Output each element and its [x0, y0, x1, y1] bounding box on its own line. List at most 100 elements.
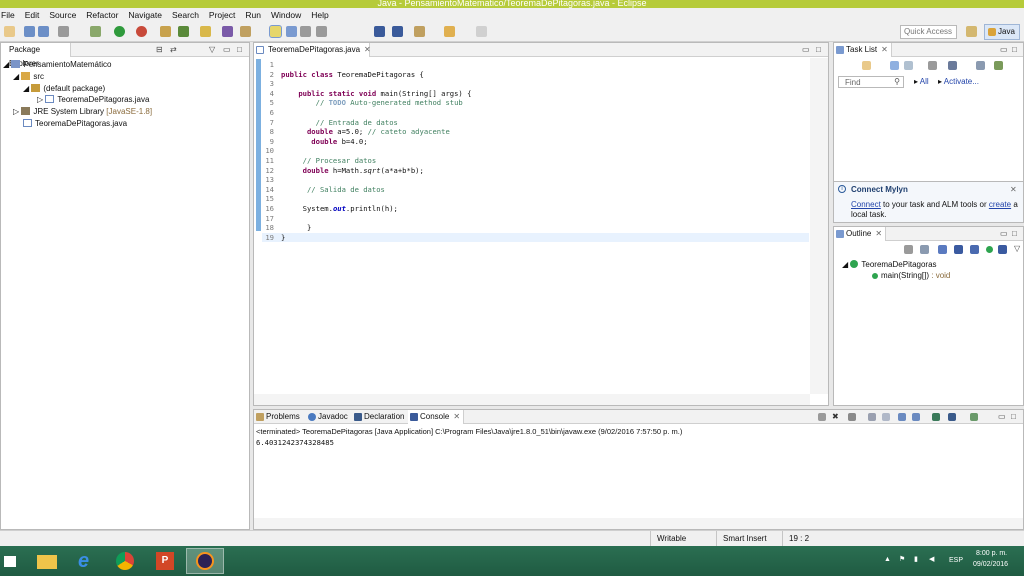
tree-item-java-file[interactable]: ▷ TeoremaDePitagoras.java	[37, 94, 149, 105]
code-area[interactable]: 1 2 public class TeoremaDePitagoras {3 4 pu…	[254, 60, 809, 390]
maximize-icon[interactable]: □	[1011, 412, 1016, 421]
task-all-link[interactable]: ▸ All	[914, 77, 929, 86]
code-text[interactable]: // Procesar datos	[281, 156, 377, 166]
menu-project[interactable]: Project	[204, 10, 240, 20]
taskbar-ie[interactable]: e	[68, 548, 106, 574]
code-text[interactable]: // TODO Auto-generated method stub	[281, 98, 463, 108]
code-text[interactable]: }	[281, 233, 285, 243]
console-scrollbar[interactable]	[254, 518, 1023, 529]
tab-task-list[interactable]: Task List ✕	[834, 43, 892, 57]
vertical-scrollbar[interactable]	[810, 58, 828, 394]
save-icon[interactable]	[24, 26, 35, 37]
menu-navigate[interactable]: Navigate	[123, 10, 167, 20]
hide-fields-icon[interactable]	[938, 245, 947, 254]
outline-method-item[interactable]: main(String[]) : void	[872, 270, 950, 281]
debug-icon[interactable]	[90, 26, 101, 37]
language-indicator[interactable]: ESP	[949, 557, 963, 564]
network-icon[interactable]: ▮	[914, 555, 918, 563]
minimize-icon[interactable]: ▭	[223, 45, 231, 54]
hide-static-icon[interactable]	[954, 245, 963, 254]
pin-icon[interactable]	[316, 26, 327, 37]
task-find-input[interactable]: Find ⚲	[838, 76, 904, 88]
taskbar-explorer[interactable]	[28, 548, 66, 574]
next-annotation-icon[interactable]	[374, 26, 385, 37]
maximize-icon[interactable]: □	[1012, 229, 1017, 238]
menu-file[interactable]: File	[0, 10, 20, 20]
show-stdout-icon[interactable]	[898, 413, 906, 421]
scheduled-icon[interactable]	[904, 61, 913, 70]
collapse-all-icon[interactable]: ⊟	[156, 45, 163, 54]
menu-run[interactable]: Run	[240, 10, 266, 20]
tree-item-default-package[interactable]: ◢ (default package)	[23, 83, 105, 94]
code-text[interactable]: double b=4.0;	[281, 137, 367, 147]
tab-problems[interactable]: Problems	[254, 410, 306, 424]
focus-icon[interactable]	[928, 61, 937, 70]
remove-all-icon[interactable]	[848, 413, 856, 421]
link-with-editor-icon[interactable]: ⇄	[170, 45, 177, 54]
clock-time[interactable]: 8:00 p. m.	[976, 550, 1007, 557]
back-icon[interactable]	[444, 26, 455, 37]
sort-icon[interactable]	[904, 245, 913, 254]
close-icon[interactable]: ✕	[364, 45, 371, 54]
expanded-arrow-icon[interactable]: ◢	[3, 60, 11, 69]
new-icon[interactable]	[4, 26, 15, 37]
taskbar-powerpoint[interactable]: P	[146, 548, 184, 574]
terminate-icon[interactable]	[818, 413, 826, 421]
tab-outline[interactable]: Outline ✕	[834, 227, 886, 241]
save-all-icon[interactable]	[38, 26, 49, 37]
minimize-icon[interactable]: ▭	[998, 412, 1006, 421]
menu-refactor[interactable]: Refactor	[81, 10, 123, 20]
flag-icon[interactable]: ⚑	[899, 555, 905, 563]
tree-item-jre[interactable]: ▷ JRE System Library [JavaSE-1.8]	[13, 106, 152, 117]
menu-source[interactable]: Source	[44, 10, 81, 20]
volume-icon[interactable]: ◀	[929, 555, 934, 563]
code-text[interactable]: public class TeoremaDePitagoras {	[281, 70, 424, 80]
block-selection-icon[interactable]	[286, 26, 297, 37]
menu-edit[interactable]: Edit	[20, 10, 45, 20]
collapse-all-icon[interactable]	[976, 61, 985, 70]
show-whitespace-icon[interactable]	[300, 26, 311, 37]
expanded-arrow-icon[interactable]: ◢	[842, 260, 850, 269]
code-text[interactable]: double h=Math.sqrt(a*a+b*b);	[281, 166, 424, 176]
task-activate-link[interactable]: ▸ Activate...	[938, 77, 979, 86]
close-icon[interactable]: ✕	[453, 412, 460, 421]
close-icon[interactable]: ✕	[881, 45, 888, 54]
expanded-arrow-icon[interactable]: ◢	[23, 84, 31, 93]
run-icon[interactable]	[114, 26, 125, 37]
start-button[interactable]	[0, 548, 22, 574]
horizontal-scrollbar[interactable]	[254, 394, 810, 405]
close-icon[interactable]: ✕	[875, 229, 882, 238]
pin-console-icon[interactable]	[932, 413, 940, 421]
new-java-project-icon[interactable]	[160, 26, 171, 37]
maximize-icon[interactable]: □	[237, 45, 242, 54]
categorized-icon[interactable]	[890, 61, 899, 70]
show-stderr-icon[interactable]	[912, 413, 920, 421]
maximize-icon[interactable]: □	[816, 45, 821, 54]
hide-nonpublic-icon[interactable]	[970, 245, 979, 254]
remove-launch-icon[interactable]: ✖	[832, 412, 839, 421]
code-text[interactable]: double a=5.0; // cateto adyacente	[281, 127, 450, 137]
new-package-icon[interactable]	[178, 26, 189, 37]
new-class-icon[interactable]	[200, 26, 211, 37]
maximize-icon[interactable]: □	[1012, 45, 1017, 54]
collapsed-arrow-icon[interactable]: ▷	[13, 107, 21, 116]
external-tools-icon[interactable]	[136, 26, 147, 37]
menu-window[interactable]: Window	[266, 10, 306, 20]
menu-help[interactable]: Help	[306, 10, 333, 20]
expanded-arrow-icon[interactable]: ◢	[13, 72, 21, 81]
collapse-all-icon[interactable]	[920, 245, 929, 254]
tree-item-src[interactable]: ◢ src	[13, 71, 44, 82]
menu-search[interactable]: Search	[167, 10, 204, 20]
word-wrap-icon[interactable]	[882, 413, 890, 421]
tab-package-explorer[interactable]: Package Explorer	[1, 43, 71, 68]
clock-date[interactable]: 09/02/2016	[973, 561, 1008, 568]
search-icon[interactable]	[240, 26, 251, 37]
open-type-icon[interactable]	[222, 26, 233, 37]
quick-access-input[interactable]: Quick Access	[900, 25, 957, 39]
new-task-icon[interactable]	[862, 61, 871, 70]
tree-item-project[interactable]: ◢ PensamientoMatemático	[3, 59, 111, 70]
minimize-icon[interactable]: ▭	[1000, 229, 1008, 238]
mylyn-create-link[interactable]: create	[989, 200, 1011, 209]
view-menu-icon[interactable]: ▽	[1014, 244, 1020, 253]
tree-item-java-file-root[interactable]: TeoremaDePitagoras.java	[23, 118, 127, 129]
